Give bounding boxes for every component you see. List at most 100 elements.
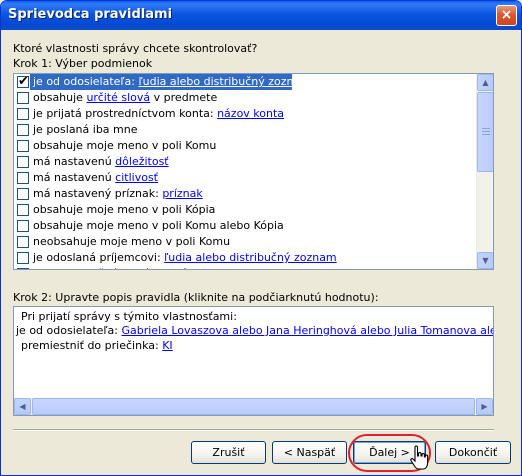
conditions-list-items: ✔ je od odosielateľa: ľudia alebo distrib…: [14, 74, 476, 269]
condition-checkbox[interactable]: [17, 188, 29, 200]
horizontal-scroll-thumb[interactable]: [32, 398, 475, 415]
condition-text: je prijatá prostredníctvom konta: názov …: [33, 107, 284, 120]
scroll-up-arrow-icon: ▲: [482, 78, 489, 87]
condition-label: obsahuje: [33, 267, 86, 269]
condition-value-link[interactable]: príznak: [162, 187, 202, 200]
condition-row[interactable]: je odoslaná príjemcovi: ľudia alebo dist…: [14, 250, 476, 266]
condition-checkbox[interactable]: [17, 204, 29, 216]
condition-row[interactable]: neobsahuje moje meno v poli Komu: [14, 234, 476, 250]
condition-label: má nastavenú: [33, 171, 116, 184]
window-title: Sprievodca pravidlami: [8, 7, 173, 22]
close-icon: ×: [500, 7, 513, 23]
condition-value-link[interactable]: citlivosť: [115, 171, 158, 184]
condition-row[interactable]: obsahuje moje meno v poli Kópia: [14, 202, 476, 218]
condition-row[interactable]: má nastavený príznak: príznak: [14, 186, 476, 202]
finish-button[interactable]: Dokončiť: [435, 441, 511, 464]
grip-line: [482, 134, 490, 135]
condition-checkbox[interactable]: [17, 236, 29, 248]
scroll-right-button[interactable]: ▶: [476, 398, 493, 415]
sender-names-link[interactable]: Gabriela Lovaszova alebo Jana Heringhová…: [121, 324, 493, 337]
scroll-down-button[interactable]: ▼: [477, 252, 493, 269]
condition-row[interactable]: obsahuje moje meno v poli Komu: [14, 138, 476, 154]
condition-checkbox[interactable]: [17, 172, 29, 184]
condition-label: má nastavený príznak:: [33, 187, 163, 200]
condition-checkbox[interactable]: [17, 140, 29, 152]
condition-value-link[interactable]: určité slová: [86, 267, 150, 269]
button-separator: [13, 429, 494, 431]
hand-cursor-icon: [410, 445, 429, 470]
title-bar[interactable]: Sprievodca pravidlami ×: [1, 1, 521, 30]
description-horizontal-scrollbar[interactable]: ◀ ▶: [14, 398, 493, 415]
description-line-1: Pri prijatí správy s týmito vlastnosťami…: [21, 310, 237, 323]
condition-checkbox[interactable]: [17, 108, 29, 120]
condition-text: má nastavený príznak: príznak: [33, 187, 203, 200]
condition-label: je prijatá prostredníctvom konta:: [33, 107, 218, 120]
scroll-right-arrow-icon: ▶: [481, 402, 488, 411]
condition-label: neobsahuje moje meno v poli Komu: [33, 235, 231, 248]
condition-text: má nastavenú citlivosť: [33, 171, 158, 184]
condition-text: obsahuje určité slová v predmete: [33, 91, 217, 104]
condition-label: je od odosielateľa:: [33, 75, 139, 88]
condition-label: má nastavenú: [33, 155, 116, 168]
condition-row[interactable]: má nastavenú citlivosť: [14, 170, 476, 186]
scroll-down-arrow-icon: ▼: [482, 256, 489, 265]
description-line-3: premiestniť do priečinka: KI: [21, 339, 173, 352]
condition-checkbox[interactable]: [17, 92, 29, 104]
cancel-button[interactable]: Zrušiť: [191, 441, 266, 464]
condition-row[interactable]: má nastavenú dôležitosť: [14, 154, 476, 170]
condition-label: obsahuje: [33, 91, 87, 104]
condition-checkbox[interactable]: [17, 220, 29, 232]
scroll-left-arrow-icon: ◀: [19, 402, 26, 411]
rule-description-box[interactable]: Pri prijatí správy s týmito vlastnosťami…: [13, 306, 494, 416]
condition-value-link[interactable]: určité slová: [86, 91, 150, 104]
rules-wizard-dialog: Sprievodca pravidlami × Ktoré vlastnosti…: [0, 0, 522, 476]
condition-row[interactable]: obsahuje určité slová v predmete: [14, 90, 476, 106]
condition-text: obsahuje moje meno v poli Kópia: [33, 203, 215, 216]
conditions-vertical-scrollbar[interactable]: ▲ ▼: [476, 74, 493, 269]
condition-checkbox[interactable]: ✔: [17, 74, 29, 89]
description-line-2: je od odosielateľa: Gabriela Lovaszova a…: [16, 324, 493, 337]
step1-question: Ktoré vlastnosti správy chcete skontrolo…: [13, 42, 258, 55]
move-to-folder-label: premiestniť do priečinka:: [21, 339, 163, 352]
sender-condition-label: je od odosielateľa:: [16, 324, 122, 337]
condition-checkbox[interactable]: [17, 252, 29, 264]
condition-checkbox[interactable]: [17, 124, 29, 136]
step2-heading: Krok 2: Upravte popis pravidla (kliknite…: [13, 291, 379, 304]
condition-label-suffix: v správe: [150, 267, 201, 269]
condition-text: obsahuje moje meno v poli Komu: [33, 139, 216, 152]
condition-text: je od odosielateľa: ľudia alebo distribu…: [33, 75, 311, 88]
condition-label: obsahuje moje meno v poli Komu alebo Kóp…: [33, 219, 284, 232]
condition-row[interactable]: je poslaná iba mne: [14, 122, 476, 138]
condition-value-link[interactable]: ľudia alebo distribučný zoznam: [138, 75, 311, 88]
condition-checkbox[interactable]: [17, 268, 29, 269]
scroll-up-button[interactable]: ▲: [477, 74, 493, 91]
condition-text: je odoslaná príjemcovi: ľudia alebo dist…: [33, 251, 337, 264]
back-button[interactable]: < Naspäť: [272, 441, 347, 464]
condition-value-link[interactable]: ľudia alebo distribučný zoznam: [164, 251, 337, 264]
conditions-list[interactable]: ✔ je od odosielateľa: ľudia alebo distrib…: [13, 73, 494, 270]
condition-label: obsahuje moje meno v poli Kópia: [33, 203, 216, 216]
condition-row[interactable]: obsahuje určité slová v správe: [14, 266, 476, 269]
condition-row[interactable]: ✔ je od odosielateľa: ľudia alebo distrib…: [14, 74, 476, 90]
close-button[interactable]: ×: [496, 5, 517, 26]
scroll-thumb[interactable]: [477, 92, 493, 172]
condition-value-link[interactable]: názov konta: [217, 107, 284, 120]
grip-line: [482, 131, 490, 132]
condition-text: má nastavenú dôležitosť: [33, 155, 169, 168]
condition-label-suffix: v predmete: [150, 91, 218, 104]
step1-heading: Krok 1: Výber podmienok: [13, 57, 153, 70]
folder-link[interactable]: KI: [162, 339, 172, 352]
condition-row[interactable]: obsahuje moje meno v poli Komu alebo Kóp…: [14, 218, 476, 234]
condition-label: je odoslaná príjemcovi:: [33, 251, 165, 264]
condition-row[interactable]: je prijatá prostredníctvom konta: názov …: [14, 106, 476, 122]
condition-text: obsahuje určité slová v správe: [33, 267, 201, 269]
condition-label: je poslaná iba mne: [33, 123, 138, 136]
scroll-left-button[interactable]: ◀: [14, 398, 31, 415]
condition-label: obsahuje moje meno v poli Komu: [33, 139, 217, 152]
grip-line: [482, 128, 490, 129]
condition-value-link[interactable]: dôležitosť: [115, 155, 168, 168]
condition-checkbox[interactable]: [17, 156, 29, 168]
condition-text: je poslaná iba mne: [33, 123, 138, 136]
condition-text: obsahuje moje meno v poli Komu alebo Kóp…: [33, 219, 284, 232]
checkmark-icon: ✔: [18, 74, 29, 89]
